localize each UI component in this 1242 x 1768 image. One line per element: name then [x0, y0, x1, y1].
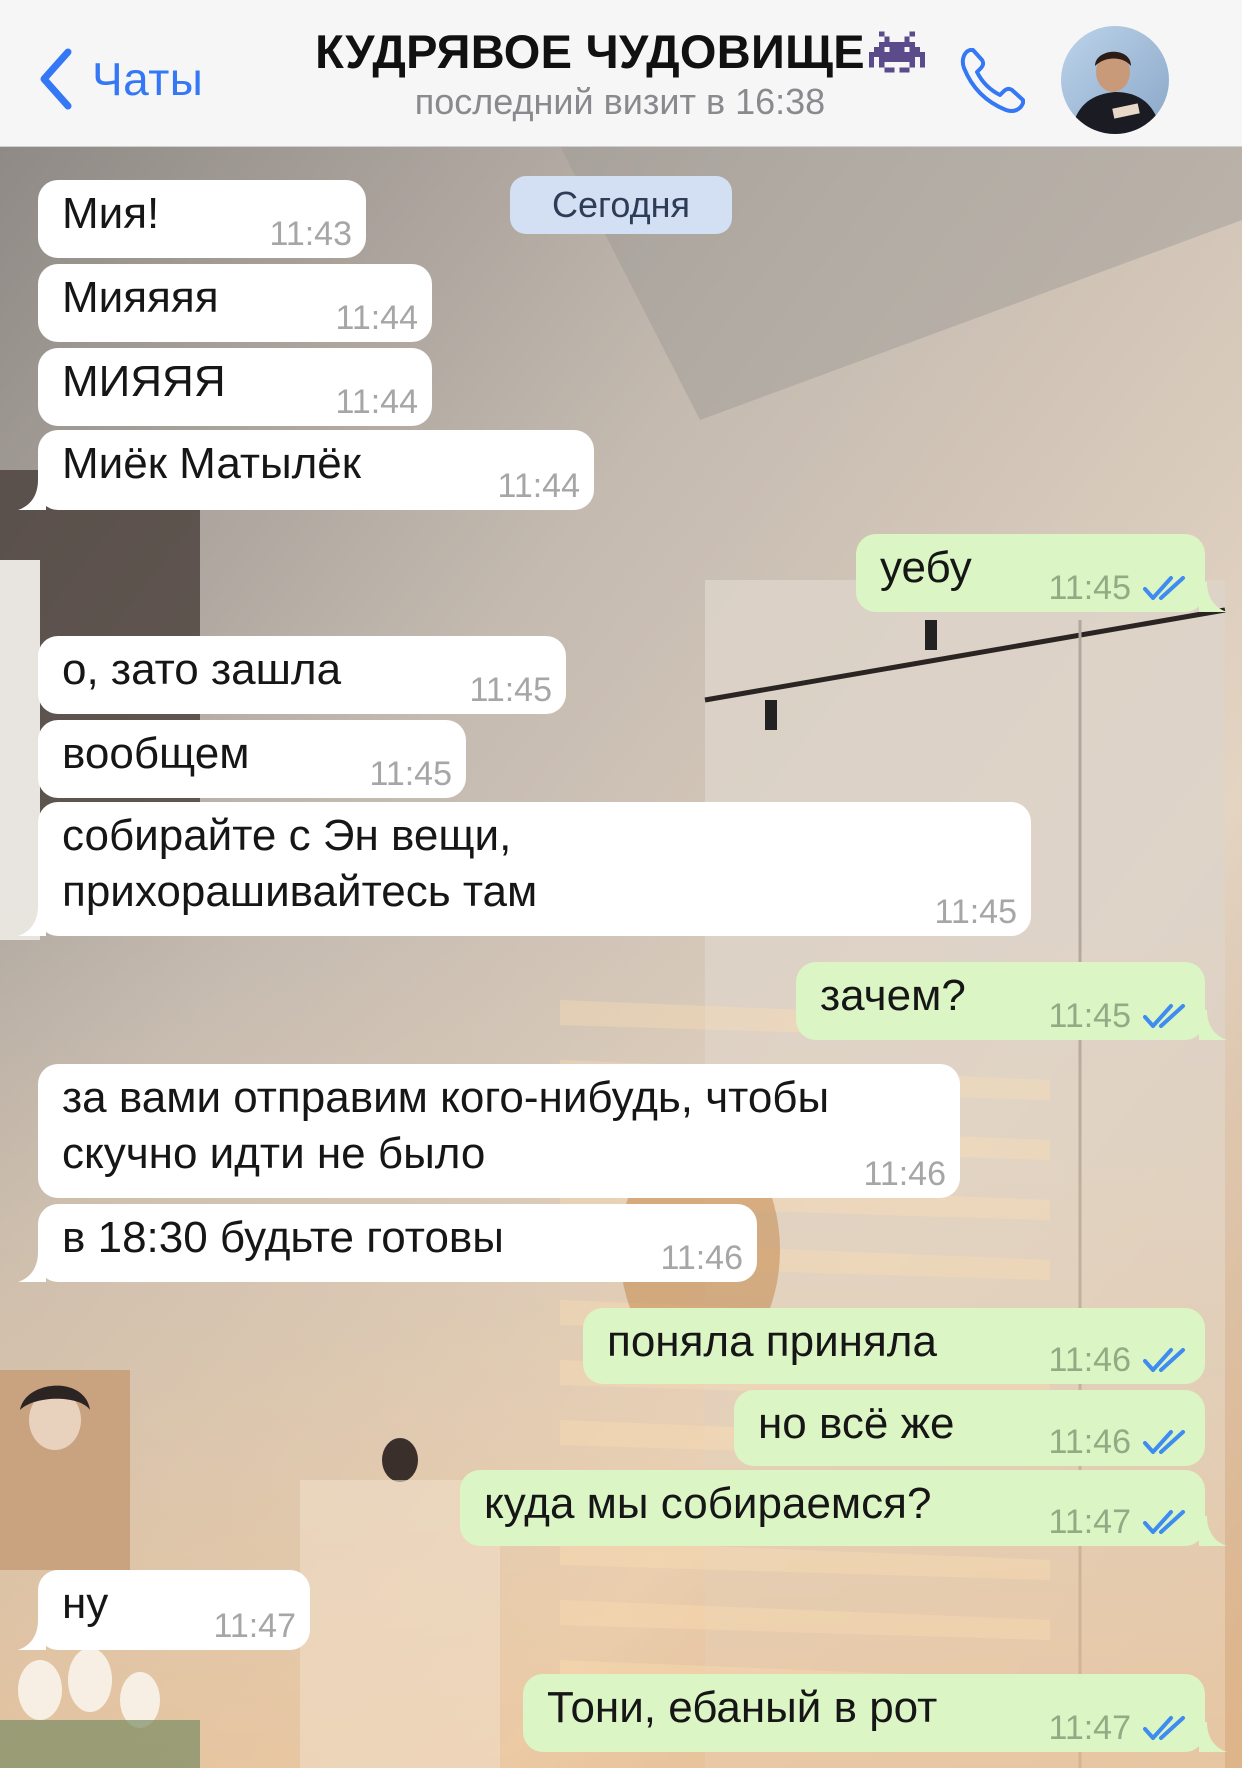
last-seen-status: последний визит в 16:38	[414, 81, 826, 122]
message-time: 11:43	[269, 214, 352, 254]
message-time: 11:47	[1048, 1708, 1191, 1748]
message-timestamp: 11:44	[335, 299, 418, 337]
back-button[interactable]: Чаты	[36, 44, 203, 114]
bubble-tail	[1199, 1010, 1227, 1040]
contact-avatar[interactable]	[1061, 26, 1169, 134]
message-timestamp: 11:47	[1048, 1709, 1131, 1747]
message-list: Сегодня Мия! 11:43 Мияяяя 11:44 МИЯЯЯ 11:44 Ми…	[0, 0, 1242, 1768]
message-timestamp: 11:45	[369, 755, 452, 793]
read-checkmarks-icon	[1143, 1004, 1185, 1028]
incoming-message[interactable]: Мияяяя 11:44	[38, 264, 432, 342]
message-timestamp: 11:46	[863, 1155, 946, 1193]
bubble-tail	[1199, 1722, 1227, 1752]
read-checkmarks-icon	[1143, 1510, 1185, 1534]
incoming-message[interactable]: МИЯЯЯ 11:44	[38, 348, 432, 426]
bubble-tail	[18, 1620, 46, 1650]
incoming-message[interactable]: ну 11:47	[18, 1570, 310, 1650]
incoming-message[interactable]: за вами отправим кого-нибудь, чтобы скучн…	[38, 1064, 960, 1198]
message-timestamp: 11:46	[660, 1239, 743, 1277]
chevron-left-icon	[40, 48, 72, 110]
bubble-tail	[1199, 1516, 1227, 1546]
outgoing-message[interactable]: куда мы собираемся? 11:47	[460, 1470, 1227, 1546]
message-timestamp: 11:46	[1048, 1341, 1131, 1379]
message-text: в 18:30 будьте готовы	[62, 1213, 504, 1262]
incoming-message[interactable]: в 18:30 будьте готовы 11:46	[18, 1204, 757, 1282]
message-timestamp: 11:45	[469, 671, 552, 709]
avatar-photo	[1061, 26, 1169, 134]
bubble-tail	[18, 906, 46, 936]
message-time: 11:45	[1048, 996, 1191, 1036]
message-text: Миёк Матылёк	[62, 439, 361, 488]
message-time: 11:44	[497, 466, 580, 506]
message-time: 11:45	[1048, 568, 1191, 608]
message-timestamp: 11:47	[213, 1607, 296, 1645]
chat-title: КУДРЯВОЕ ЧУДОВИЩЕ	[315, 25, 865, 78]
date-separator: Сегодня	[510, 176, 732, 234]
incoming-message[interactable]: Миёк Матылёк 11:44	[18, 430, 594, 510]
message-timestamp: 11:44	[335, 383, 418, 421]
message-text: собирайте с Эн вещи,	[62, 811, 512, 860]
bubble-tail	[1199, 582, 1227, 612]
message-timestamp: 11:43	[269, 215, 352, 253]
message-text: за вами отправим кого-нибудь, чтобы	[62, 1073, 830, 1122]
message-time: 11:46	[1048, 1340, 1191, 1380]
chat-header: Чаты КУДРЯВОЕ ЧУДОВИЩЕ последний визит в…	[0, 0, 1242, 147]
bubble-tail	[18, 1252, 46, 1282]
alien-monster-icon	[868, 31, 925, 72]
outgoing-message[interactable]: поняла приняла 11:46	[583, 1308, 1205, 1384]
message-time: 11:45	[469, 670, 552, 710]
message-timestamp: 11:47	[1048, 1503, 1131, 1541]
message-timestamp: 11:45	[1048, 569, 1131, 607]
outgoing-message[interactable]: уебу 11:45	[856, 534, 1227, 612]
message-time: 11:44	[335, 298, 418, 338]
message-text: прихорашивайтесь там	[62, 867, 538, 916]
outgoing-message[interactable]: зачем? 11:45	[796, 962, 1227, 1040]
read-checkmarks-icon	[1143, 576, 1185, 600]
incoming-message[interactable]: вообщем 11:45	[38, 720, 466, 798]
outgoing-message[interactable]: Тони, ебаный в рот 11:47	[523, 1674, 1227, 1752]
message-time: 11:45	[369, 754, 452, 794]
chat-title-block[interactable]: КУДРЯВОЕ ЧУДОВИЩЕ последний визит в 16:3…	[250, 24, 990, 123]
outgoing-message[interactable]: но всё же 11:46	[734, 1390, 1205, 1466]
read-checkmarks-icon	[1143, 1430, 1185, 1454]
incoming-message[interactable]: о, зато зашла 11:45	[38, 636, 566, 714]
incoming-message[interactable]: Мия! 11:43	[38, 180, 366, 258]
read-checkmarks-icon	[1143, 1348, 1185, 1372]
message-timestamp: 11:44	[497, 467, 580, 505]
incoming-message[interactable]: собирайте с Эн вещи, прихорашивайтесь там…	[18, 802, 1031, 936]
message-time: 11:46	[863, 1154, 946, 1194]
message-time: 11:44	[335, 382, 418, 422]
message-time: 11:47	[1048, 1502, 1191, 1542]
message-timestamp: 11:45	[934, 893, 1017, 931]
message-text: скучно идти не было	[62, 1129, 486, 1178]
bubble-tail	[18, 480, 46, 510]
message-time: 11:46	[660, 1238, 743, 1278]
read-checkmarks-icon	[1143, 1716, 1185, 1740]
message-time: 11:46	[1048, 1422, 1191, 1462]
message-timestamp: 11:45	[1048, 997, 1131, 1035]
phone-icon[interactable]	[958, 44, 1028, 116]
message-time: 11:45	[934, 892, 1017, 932]
message-time: 11:47	[213, 1606, 296, 1646]
back-label: Чаты	[92, 53, 204, 105]
message-timestamp: 11:46	[1048, 1423, 1131, 1461]
